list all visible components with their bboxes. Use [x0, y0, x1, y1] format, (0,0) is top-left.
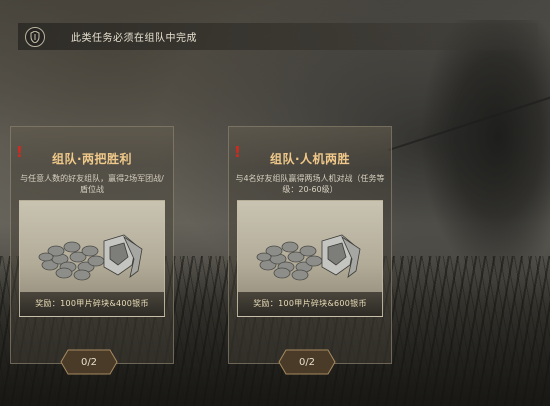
reward-box: 奖励：100甲片碎块&600银币	[237, 200, 383, 317]
quest-description: 与任意人数的好友组队，赢得2场军团战/盾位战	[20, 174, 164, 194]
progress-text: 0/2	[298, 356, 316, 368]
team-requirement-banner: 此类任务必须在组队中完成	[18, 23, 538, 50]
quest-description: 与4名好友组队赢得两场人机对战（任务等级：20-60级）	[235, 174, 385, 194]
shield-sword-icon	[25, 26, 45, 47]
progress-text: 0/2	[80, 356, 98, 368]
warrior-silhouette	[420, 20, 550, 280]
banner-text: 此类任务必须在组队中完成	[71, 33, 197, 44]
reward-label: 奖励：100甲片碎块&400银币	[20, 292, 164, 316]
quest-title: 组队·两把胜利	[51, 152, 133, 166]
quest-title: 组队·人机两胜	[269, 152, 351, 166]
quest-card-2[interactable]: ! 组队·人机两胜 与4名好友组队赢得两场人机对战（任务等级：20-60级） 奖…	[228, 126, 392, 364]
reward-box: 奖励：100甲片碎块&400银币	[19, 200, 165, 317]
coins-and-armor-shards-icon	[38, 234, 143, 281]
quest-progress-2: 0/2	[278, 349, 336, 375]
coins-and-armor-shards-icon	[256, 234, 361, 281]
reward-label: 奖励：100甲片碎块&600银币	[238, 292, 382, 316]
quest-progress-1: 0/2	[60, 349, 118, 375]
quest-card-1[interactable]: ! 组队·两把胜利 与任意人数的好友组队，赢得2场军团战/盾位战 奖励：100甲…	[10, 126, 174, 364]
